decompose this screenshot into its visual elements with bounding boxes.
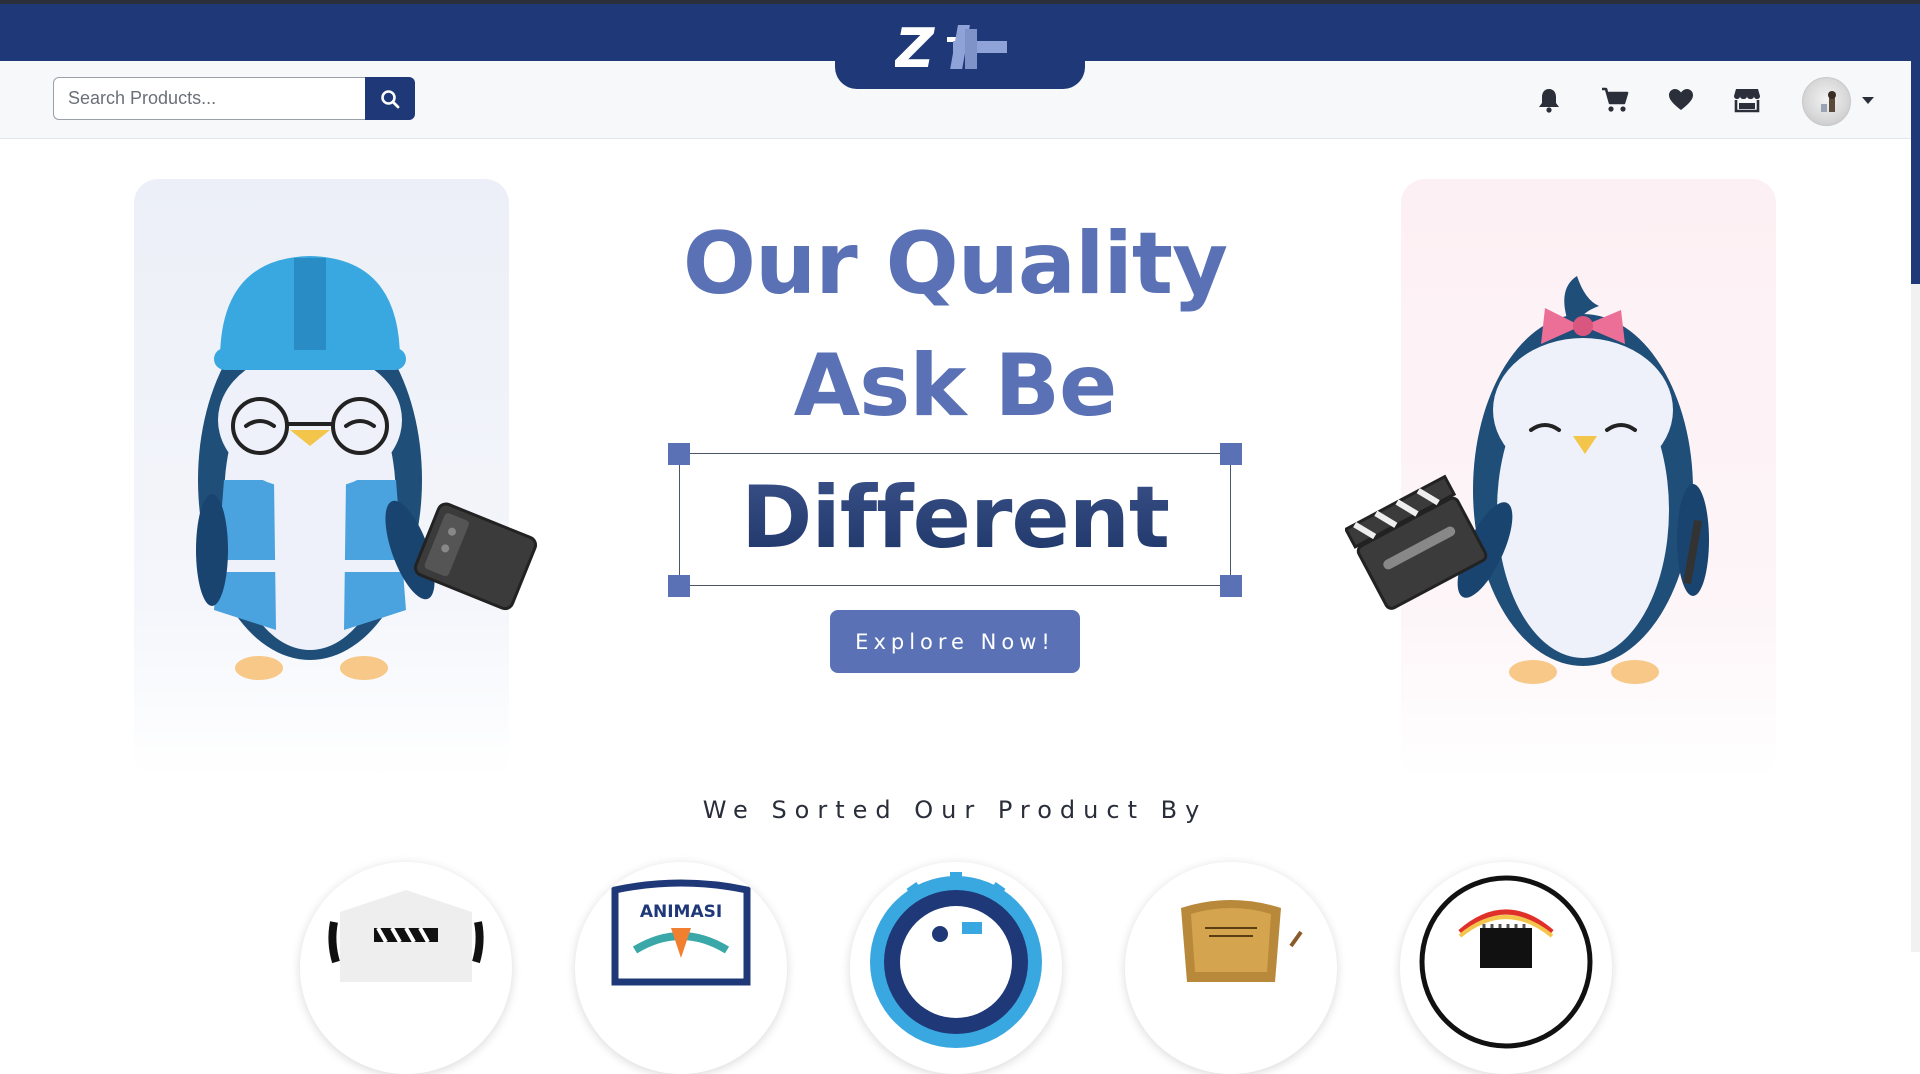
store-icon	[1734, 89, 1760, 113]
hero-headline-line1: Our Quality	[682, 214, 1228, 314]
software-gear-badge-icon	[870, 872, 1042, 1048]
logo-mark-icon: Z	[895, 19, 1007, 75]
search-button[interactable]	[365, 77, 415, 120]
resize-handle-top-right	[1220, 443, 1242, 465]
search-icon	[381, 89, 400, 108]
category-film[interactable]	[300, 862, 512, 1074]
notifications-button[interactable]	[1534, 85, 1564, 115]
film-clapper-badge-icon	[328, 890, 484, 982]
network-badge-icon	[1181, 900, 1303, 982]
bell-icon	[1539, 89, 1559, 113]
hero-headline-line3: Different	[655, 468, 1255, 568]
penguin-engineer-illustration	[196, 256, 538, 680]
categories-title: We Sorted Our Product By	[702, 796, 1208, 824]
cart-icon	[1602, 87, 1629, 112]
svg-text:Z: Z	[895, 19, 935, 75]
search-input[interactable]	[53, 77, 365, 120]
penguin-director-illustration	[1345, 276, 1709, 684]
user-photo-icon	[1821, 91, 1836, 112]
category-network[interactable]	[1125, 862, 1337, 1074]
user-avatar[interactable]	[1802, 77, 1851, 126]
resize-handle-bottom-left	[668, 575, 690, 597]
chevron-down-icon	[1862, 97, 1874, 104]
logo[interactable]: Z	[835, 4, 1085, 89]
wishlist-button[interactable]	[1666, 85, 1696, 115]
category-software[interactable]	[850, 862, 1062, 1074]
hero-headline-line2: Ask Be	[793, 336, 1118, 436]
heart-icon	[1669, 89, 1693, 110]
animasi-badge-text: ANIMASI	[640, 902, 722, 922]
electronics-badge-icon	[1419, 875, 1593, 1049]
animasi-badge-icon: ANIMASI	[611, 879, 751, 986]
store-button[interactable]	[1732, 85, 1762, 115]
category-animation[interactable]: ANIMASI	[575, 862, 787, 1074]
scrollbar-thumb[interactable]	[1911, 4, 1920, 284]
explore-now-button[interactable]: Explore Now!	[830, 610, 1080, 673]
user-menu-caret[interactable]	[1862, 92, 1874, 110]
search-bar	[53, 77, 415, 120]
resize-handle-top-left	[668, 443, 690, 465]
category-electronics[interactable]	[1400, 862, 1612, 1074]
resize-handle-bottom-right	[1220, 575, 1242, 597]
cart-button[interactable]	[1600, 85, 1630, 115]
